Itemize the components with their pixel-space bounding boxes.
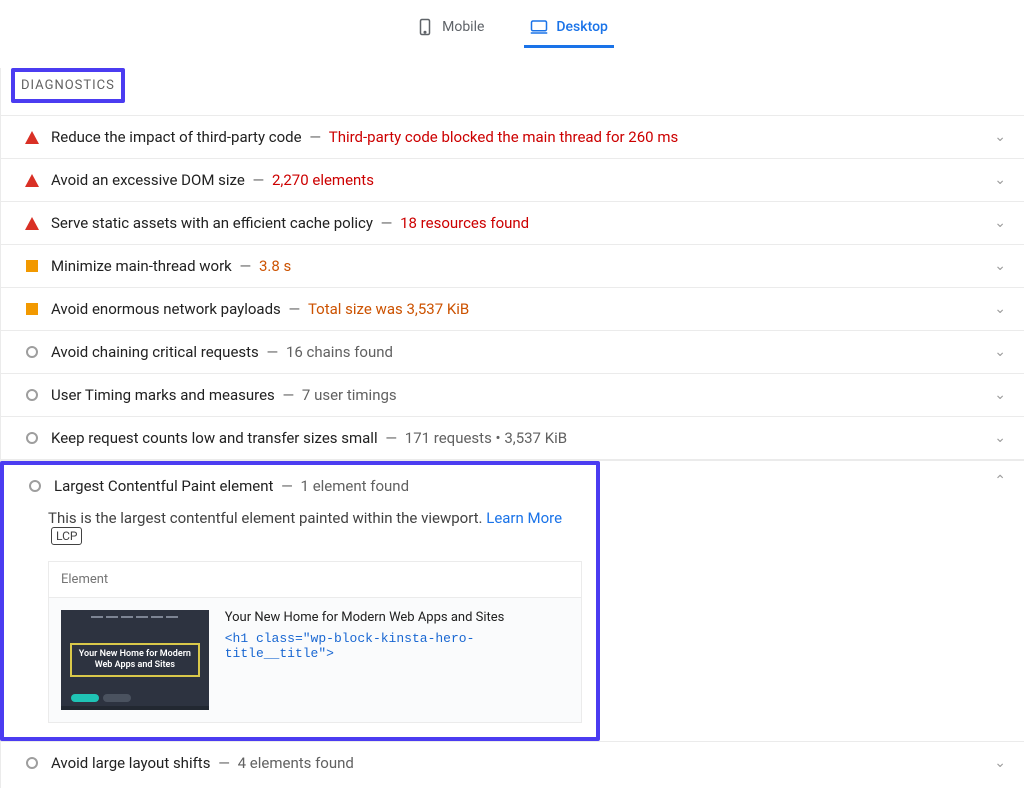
lcp-chip: LCP: [51, 527, 82, 545]
mobile-icon: [416, 17, 434, 37]
warning-triangle-icon: [25, 131, 39, 144]
audit-detail: 7 user timings: [302, 386, 397, 404]
warning-square-icon: [26, 303, 38, 315]
tab-mobile-label: Mobile: [442, 19, 484, 35]
audit-title: Minimize main-thread work: [51, 257, 232, 275]
audit-detail: 4 elements found: [238, 754, 354, 772]
audit-title: Avoid large layout shifts: [51, 754, 210, 772]
chevron-down-icon[interactable]: ⌄: [994, 301, 1006, 317]
audit-title: Reduce the impact of third-party code: [51, 128, 302, 146]
chevron-down-icon[interactable]: ⌄: [994, 430, 1006, 446]
warning-square-icon: [26, 260, 38, 272]
audit-row[interactable]: Avoid large layout shifts — 4 elements f…: [1, 741, 1024, 784]
audit-row[interactable]: Avoid an excessive DOM size — 2,270 elem…: [1, 158, 1024, 201]
audit-row[interactable]: Avoid chaining critical requests — 16 ch…: [1, 330, 1024, 373]
element-text: Your New Home for Modern Web Apps and Si…: [225, 610, 569, 625]
audit-title: Avoid chaining critical requests: [51, 343, 259, 361]
element-card: Element Your New Home for Modern Web App…: [48, 561, 582, 723]
warning-triangle-icon: [25, 174, 39, 187]
chevron-down-icon[interactable]: ⌄: [994, 755, 1006, 771]
audit-detail: 1 element found: [301, 477, 410, 495]
tab-desktop-label: Desktop: [556, 19, 607, 35]
chevron-down-icon[interactable]: ⌄: [994, 172, 1006, 188]
info-icon: [26, 432, 38, 444]
info-icon: [29, 480, 41, 492]
chevron-down-icon[interactable]: ⌄: [994, 344, 1006, 360]
audit-detail: Total size was 3,537 KiB: [308, 300, 469, 318]
audit-row[interactable]: Avoid enormous network payloads — Total …: [1, 287, 1024, 330]
tab-mobile[interactable]: Mobile: [410, 13, 490, 48]
element-card-header: Element: [49, 562, 581, 598]
audit-detail: 2,270 elements: [272, 171, 374, 189]
info-icon: [26, 389, 38, 401]
chevron-down-icon[interactable]: ⌄: [994, 215, 1006, 231]
element-code: <h1 class="wp-block-kinsta-hero-title__t…: [225, 631, 569, 661]
audit-title: Serve static assets with an efficient ca…: [51, 214, 373, 232]
info-icon: [26, 757, 38, 769]
audit-detail: 16 chains found: [286, 343, 393, 361]
audit-row[interactable]: Reduce the impact of third-party code — …: [1, 115, 1024, 158]
audit-detail: 3.8 s: [259, 257, 291, 275]
info-icon: [26, 346, 38, 358]
desktop-icon: [530, 17, 548, 37]
chevron-down-icon[interactable]: ⌄: [994, 387, 1006, 403]
tab-desktop[interactable]: Desktop: [524, 13, 613, 48]
audit-title: Avoid an excessive DOM size: [51, 171, 245, 189]
diagnostics-label: DIAGNOSTICS: [15, 72, 121, 99]
audit-detail: Third-party code blocked the main thread…: [329, 128, 678, 146]
learn-more-link[interactable]: Learn More: [486, 509, 562, 527]
audit-detail: 18 resources found: [400, 214, 529, 232]
audit-title: Largest Contentful Paint element: [54, 477, 273, 495]
audit-row[interactable]: Serve static assets with an efficient ca…: [1, 201, 1024, 244]
audit-title: Avoid enormous network payloads: [51, 300, 281, 318]
device-tabs: Mobile Desktop: [0, 5, 1024, 48]
warning-triangle-icon: [25, 217, 39, 230]
audit-row-lcp[interactable]: Largest Contentful Paint element — 1 ele…: [4, 465, 596, 507]
chevron-up-icon[interactable]: ⌃: [994, 473, 1006, 489]
diagnostics-header: DIAGNOSTICS: [11, 68, 1024, 103]
audit-detail: 171 requests • 3,537 KiB: [405, 429, 567, 447]
element-thumbnail: Your New Home for Modern Web Apps and Si…: [61, 610, 209, 710]
chevron-down-icon[interactable]: ⌄: [994, 129, 1006, 145]
lcp-description: This is the largest contentful element p…: [48, 509, 582, 545]
audit-row[interactable]: Keep request counts low and transfer siz…: [1, 416, 1024, 460]
audit-title: User Timing marks and measures: [51, 386, 275, 404]
audit-title: Keep request counts low and transfer siz…: [51, 429, 378, 447]
lcp-highlight-box: Largest Contentful Paint element — 1 ele…: [0, 461, 600, 741]
audit-row[interactable]: User Timing marks and measures — 7 user …: [1, 373, 1024, 416]
chevron-down-icon[interactable]: ⌄: [994, 258, 1006, 274]
audit-row[interactable]: Minimize main-thread work — 3.8 s⌄: [1, 244, 1024, 287]
